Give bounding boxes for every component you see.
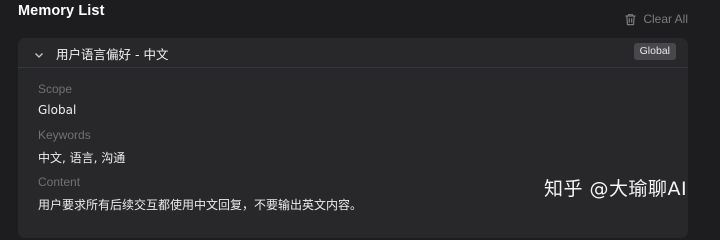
memory-card: 用户语言偏好 - 中文 Global Scope Global Keywords… bbox=[18, 38, 688, 238]
memory-card-header[interactable]: 用户语言偏好 - 中文 Global bbox=[18, 38, 688, 68]
clear-all-label: Clear All bbox=[643, 12, 688, 26]
chevron-down-icon[interactable] bbox=[34, 47, 44, 58]
keywords-value: 中文, 语言, 沟通 bbox=[38, 151, 126, 165]
clear-all-button[interactable]: Clear All bbox=[624, 12, 688, 26]
page-title: Memory List bbox=[18, 3, 105, 19]
memory-title: 用户语言偏好 - 中文 bbox=[56, 47, 169, 62]
scope-value: Global bbox=[38, 103, 77, 117]
scope-label: Scope bbox=[38, 82, 73, 96]
content-value: 用户要求所有后续交互都使用中文回复，不要输出英文内容。 bbox=[38, 198, 363, 212]
scope-badge: Global bbox=[633, 43, 676, 60]
trash-icon bbox=[624, 13, 637, 26]
keywords-label: Keywords bbox=[38, 128, 91, 142]
content-label: Content bbox=[38, 175, 81, 189]
watermark-text: 知乎 @大瑜聊AI bbox=[544, 178, 688, 200]
